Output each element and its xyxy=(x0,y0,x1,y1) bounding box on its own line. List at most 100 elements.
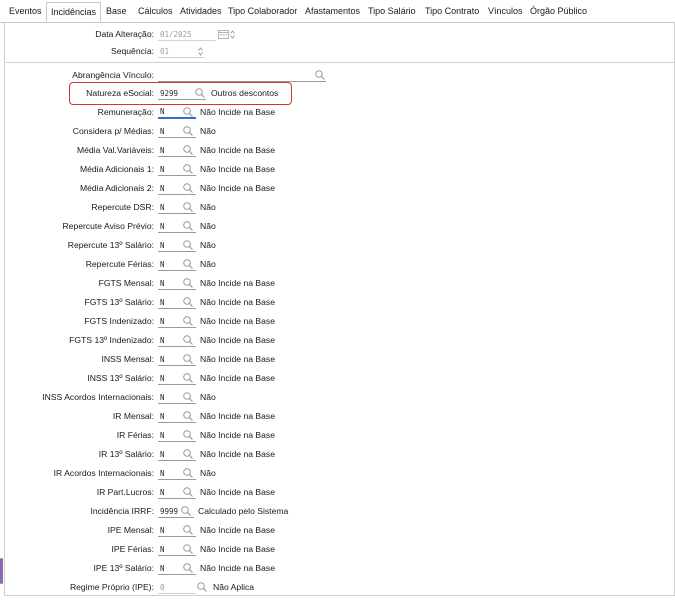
incidence-label: IPE Férias: xyxy=(111,544,154,554)
search-icon[interactable] xyxy=(182,391,194,403)
incidence-description: Não Incide na Base xyxy=(200,449,276,459)
search-icon[interactable] xyxy=(182,410,194,422)
incidence-label: Remuneração: xyxy=(97,107,154,117)
search-icon[interactable] xyxy=(182,353,194,365)
incidence-row: INSS 13º Salário: Não Incide na Base xyxy=(0,372,675,386)
incidence-label: IR 13º Salário: xyxy=(98,449,154,459)
incidence-description: Não Incide na Base xyxy=(200,430,276,440)
calendar-icon[interactable] xyxy=(218,29,229,39)
spinner-icon[interactable] xyxy=(197,46,204,57)
search-icon[interactable] xyxy=(182,220,194,232)
search-icon[interactable] xyxy=(182,239,194,251)
section-divider xyxy=(6,62,675,63)
incidence-description: Não Incide na Base xyxy=(200,373,276,383)
search-icon[interactable] xyxy=(182,467,194,479)
incidence-description: Não Incide na Base xyxy=(200,183,276,193)
incidence-label: IPE 13º Salário: xyxy=(93,563,154,573)
incidence-description: Não xyxy=(200,259,216,269)
tab-bar: Eventos Incidências Base Cálculos Ativid… xyxy=(0,0,675,23)
incidence-label: Repercute DSR: xyxy=(91,202,154,212)
search-icon[interactable] xyxy=(182,334,194,346)
search-icon[interactable] xyxy=(182,182,194,194)
incidence-label: FGTS Mensal: xyxy=(98,278,154,288)
incidence-row: Considera p/ Médias: Não xyxy=(0,125,675,139)
tab-tipo-salario[interactable]: Tipo Salário xyxy=(368,6,416,16)
incidence-label: IPE Mensal: xyxy=(107,525,154,535)
incidence-description: Não Incide na Base xyxy=(200,525,276,535)
search-icon[interactable] xyxy=(182,524,194,536)
tab-tipo-colaborador[interactable]: Tipo Colaborador xyxy=(228,6,297,16)
tab-eventos[interactable]: Eventos xyxy=(9,6,42,16)
incidence-label: Regime Próprio (IPE): xyxy=(69,582,154,592)
tab-base[interactable]: Base xyxy=(106,6,127,16)
search-icon[interactable] xyxy=(182,296,194,308)
tab-atividades[interactable]: Atividades xyxy=(180,6,222,16)
incidence-row: Repercute 13º Salário: Não xyxy=(0,239,675,253)
natureza-row: Natureza eSocial: Outros descontos xyxy=(0,87,675,101)
incidence-description: Não Incide na Base xyxy=(200,411,276,421)
incidence-description: Não Incide na Base xyxy=(200,164,276,174)
abrangencia-label: Abrangência Vínculo: xyxy=(72,70,154,80)
search-icon[interactable] xyxy=(182,372,194,384)
sequencia-row: Sequência: xyxy=(0,45,675,59)
incidence-description: Não xyxy=(200,392,216,402)
tab-vinculos[interactable]: Vínculos xyxy=(488,6,523,16)
incidence-description: Não Incide na Base xyxy=(200,107,276,117)
incidence-label: Média Val.Variáveis: xyxy=(76,145,154,155)
search-icon[interactable] xyxy=(182,562,194,574)
search-icon[interactable] xyxy=(194,87,206,99)
incidence-label: Considera p/ Médias: xyxy=(72,126,154,136)
tab-incidencias[interactable]: Incidências xyxy=(46,2,102,22)
incidence-description: Não Incide na Base xyxy=(200,297,276,307)
search-icon[interactable] xyxy=(182,486,194,498)
data-alteracao-field[interactable] xyxy=(158,28,216,41)
search-icon[interactable] xyxy=(182,163,194,175)
data-alteracao-row: Data Alteração: xyxy=(0,28,675,42)
incidence-row: IPE Férias: Não Incide na Base xyxy=(0,543,675,557)
search-icon[interactable] xyxy=(182,315,194,327)
incidence-row: IPE 13º Salário: Não Incide na Base xyxy=(0,562,675,576)
incidence-value-field[interactable] xyxy=(158,581,196,594)
incidence-label: INSS 13º Salário: xyxy=(87,373,154,383)
incidence-row: Remuneração: Não Incide na Base xyxy=(0,106,675,120)
search-icon[interactable] xyxy=(314,69,326,81)
incidence-label: FGTS Indenizado: xyxy=(84,316,154,326)
incidence-row: Incidência IRRF: Calculado pelo Sistema xyxy=(0,505,675,519)
spinner-icon[interactable] xyxy=(229,29,236,40)
incidence-row: FGTS 13º Salário: Não Incide na Base xyxy=(0,296,675,310)
incidence-row: IR Acordos Internacionais: Não xyxy=(0,467,675,481)
search-icon[interactable] xyxy=(182,429,194,441)
incidence-description: Não Incide na Base xyxy=(200,278,276,288)
search-icon[interactable] xyxy=(182,448,194,460)
tab-calculos[interactable]: Cálculos xyxy=(138,6,173,16)
search-icon[interactable] xyxy=(182,201,194,213)
search-icon[interactable] xyxy=(182,106,194,118)
search-icon[interactable] xyxy=(180,505,192,517)
incidence-row: INSS Mensal: Não Incide na Base xyxy=(0,353,675,367)
incidence-row: IR Férias: Não Incide na Base xyxy=(0,429,675,443)
search-icon[interactable] xyxy=(196,581,208,593)
tab-tipo-contrato[interactable]: Tipo Contrato xyxy=(425,6,479,16)
incidence-description: Não xyxy=(200,202,216,212)
search-icon[interactable] xyxy=(182,258,194,270)
natureza-description: Outros descontos xyxy=(211,88,279,98)
incidence-row: IR Part.Lucros: Não Incide na Base xyxy=(0,486,675,500)
incidence-row: FGTS 13º Indenizado: Não Incide na Base xyxy=(0,334,675,348)
search-icon[interactable] xyxy=(182,543,194,555)
incidence-description: Não Incide na Base xyxy=(200,487,276,497)
incidence-row: FGTS Indenizado: Não Incide na Base xyxy=(0,315,675,329)
incidence-row: Regime Próprio (IPE): Não Aplica xyxy=(0,581,675,595)
search-icon[interactable] xyxy=(182,125,194,137)
incidence-label: IR Férias: xyxy=(116,430,154,440)
natureza-label: Natureza eSocial: xyxy=(86,88,154,98)
tab-afastamentos[interactable]: Afastamentos xyxy=(305,6,360,16)
incidence-label: Repercute Aviso Prévio: xyxy=(62,221,154,231)
abrangencia-field[interactable] xyxy=(158,69,326,82)
incidence-description: Não Incide na Base xyxy=(200,354,276,364)
incidence-label: Média Adicionais 2: xyxy=(79,183,154,193)
search-icon[interactable] xyxy=(182,277,194,289)
incidence-row: IR Mensal: Não Incide na Base xyxy=(0,410,675,424)
tab-orgao-publico[interactable]: Órgão Público xyxy=(530,6,587,16)
incidence-label: Incidência IRRF: xyxy=(90,506,154,516)
search-icon[interactable] xyxy=(182,144,194,156)
